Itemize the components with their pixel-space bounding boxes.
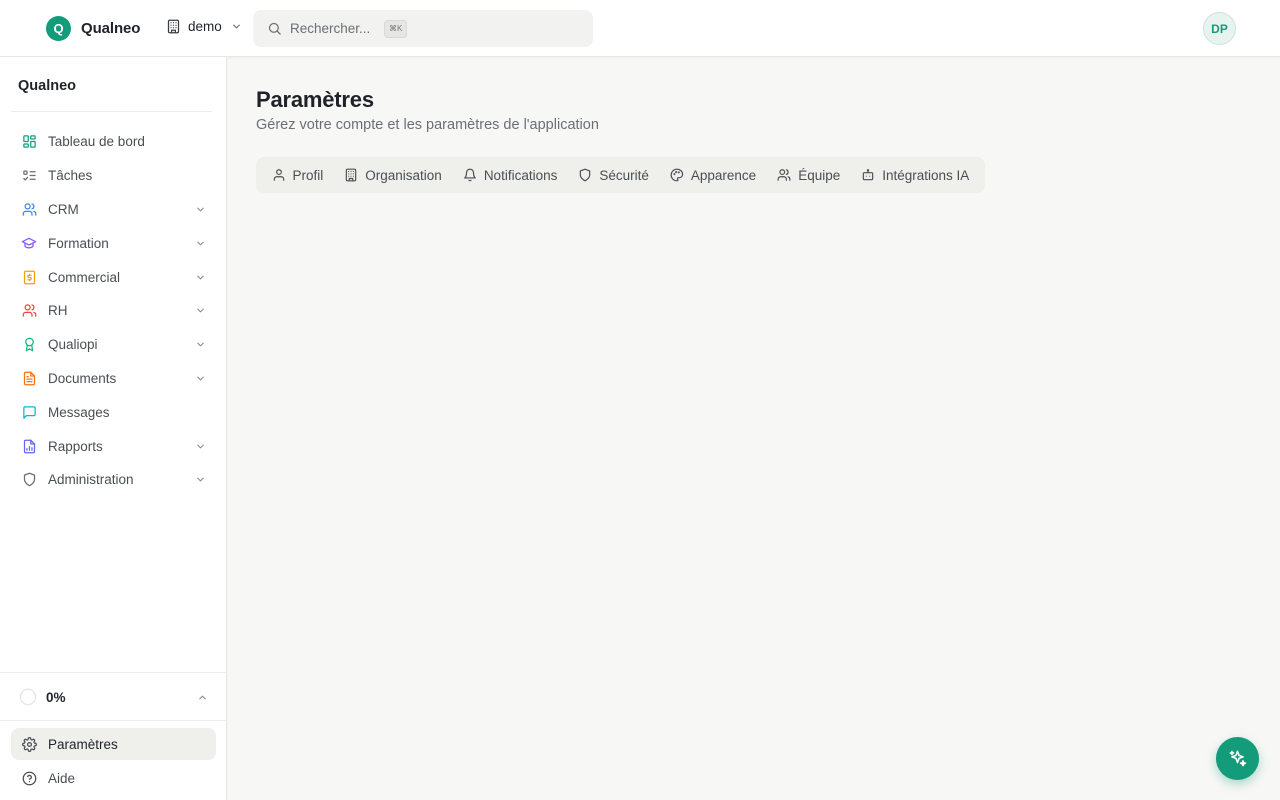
palette-icon bbox=[670, 168, 684, 182]
sparkles-icon bbox=[1228, 749, 1247, 768]
sidebar: Qualneo Tableau de bord Tâches CRM Forma… bbox=[0, 57, 227, 800]
user-icon bbox=[272, 168, 286, 182]
chevron-down-icon bbox=[194, 305, 206, 317]
tab-label: Sécurité bbox=[599, 167, 649, 183]
tab-securite[interactable]: Sécurité bbox=[568, 161, 660, 189]
tab-notifications[interactable]: Notifications bbox=[452, 161, 568, 189]
chevron-down-icon bbox=[194, 440, 206, 452]
avatar[interactable]: DP bbox=[1203, 12, 1236, 45]
chevron-up-icon bbox=[197, 692, 208, 703]
chevron-down-icon bbox=[194, 474, 206, 486]
report-chart-icon bbox=[21, 438, 37, 454]
search-shortcut-badge: ⌘K bbox=[384, 19, 408, 38]
sidebar-item-label: Formation bbox=[48, 235, 109, 251]
users-icon bbox=[777, 168, 791, 182]
sidebar-item-rh[interactable]: RH bbox=[11, 294, 216, 328]
tab-integrations-ia[interactable]: Intégrations IA bbox=[851, 161, 980, 189]
sidebar-item-label: Tâches bbox=[48, 168, 93, 184]
divider bbox=[0, 672, 226, 673]
onboarding-progress[interactable]: 0% bbox=[11, 681, 216, 713]
building-icon bbox=[344, 168, 358, 182]
chevron-down-icon bbox=[194, 271, 206, 283]
ai-assistant-button[interactable] bbox=[1216, 737, 1259, 780]
tab-label: Équipe bbox=[798, 167, 841, 183]
divider bbox=[11, 111, 212, 112]
brand[interactable]: Q Qualneo bbox=[46, 16, 140, 41]
graduation-cap-icon bbox=[21, 235, 37, 251]
divider bbox=[0, 720, 226, 721]
sidebar-item-label: RH bbox=[48, 303, 68, 319]
help-circle-icon bbox=[21, 770, 37, 786]
tab-label: Profil bbox=[292, 167, 324, 183]
page-title: Paramètres bbox=[256, 87, 374, 112]
message-square-icon bbox=[21, 404, 37, 420]
sidebar-item-tableau-de-bord[interactable]: Tableau de bord bbox=[11, 125, 216, 159]
tab-organisation[interactable]: Organisation bbox=[334, 161, 453, 189]
sidebar-nav: Tableau de bord Tâches CRM Formation Com… bbox=[11, 125, 216, 497]
sidebar-item-formation[interactable]: Formation bbox=[11, 226, 216, 260]
sidebar-item-label: Paramètres bbox=[48, 736, 118, 752]
chevron-down-icon bbox=[194, 203, 206, 215]
chevron-down-icon bbox=[194, 372, 206, 384]
brand-logo: Q bbox=[46, 16, 71, 41]
sidebar-item-label: Commercial bbox=[48, 269, 121, 285]
tasks-list-icon bbox=[21, 168, 37, 184]
tab-label: Intégrations IA bbox=[882, 167, 970, 183]
bot-icon bbox=[861, 168, 875, 182]
sidebar-item-aide[interactable]: Aide bbox=[11, 762, 216, 794]
tab-label: Organisation bbox=[365, 167, 442, 183]
search-bar[interactable]: ⌘K bbox=[253, 10, 593, 47]
search-icon bbox=[267, 21, 282, 36]
sidebar-item-messages[interactable]: Messages bbox=[11, 395, 216, 429]
tab-label: Notifications bbox=[483, 167, 558, 183]
search-input[interactable] bbox=[290, 21, 376, 36]
file-text-icon bbox=[21, 370, 37, 386]
tab-equipe[interactable]: Équipe bbox=[767, 161, 851, 189]
sidebar-item-label: Aide bbox=[48, 770, 76, 786]
sidebar-title: Qualneo bbox=[18, 78, 77, 94]
sidebar-item-parametres[interactable]: Paramètres bbox=[11, 728, 216, 760]
gear-icon bbox=[21, 736, 37, 752]
settings-tabs: Profil Organisation Notifications Sécuri… bbox=[256, 157, 985, 193]
sidebar-item-label: Rapports bbox=[48, 438, 103, 454]
bell-icon bbox=[463, 168, 477, 182]
sidebar-item-label: Tableau de bord bbox=[48, 134, 145, 150]
progress-label: 0% bbox=[46, 689, 66, 705]
dollar-document-icon bbox=[21, 269, 37, 285]
workspace-label: demo bbox=[188, 19, 222, 34]
tab-profil[interactable]: Profil bbox=[261, 161, 334, 189]
progress-ring bbox=[19, 688, 37, 706]
sidebar-item-label: Administration bbox=[48, 472, 134, 488]
building-icon bbox=[166, 19, 181, 34]
chevron-down-icon bbox=[231, 21, 242, 32]
users-icon bbox=[21, 201, 37, 217]
top-bar: Q Qualneo demo ⌘K DP bbox=[0, 0, 1280, 57]
sidebar-item-rapports[interactable]: Rapports bbox=[11, 429, 216, 463]
sidebar-item-label: CRM bbox=[48, 201, 79, 217]
sidebar-item-administration[interactable]: Administration bbox=[11, 463, 216, 497]
sidebar-item-label: Documents bbox=[48, 370, 117, 386]
shield-icon bbox=[578, 168, 592, 182]
sidebar-item-label: Messages bbox=[48, 404, 110, 420]
sidebar-item-crm[interactable]: CRM bbox=[11, 193, 216, 227]
shield-icon bbox=[21, 472, 37, 488]
sidebar-item-qualiopi[interactable]: Qualiopi bbox=[11, 328, 216, 362]
sidebar-bottom-nav: Paramètres Aide bbox=[11, 728, 216, 796]
people-icon bbox=[21, 303, 37, 319]
award-icon bbox=[21, 337, 37, 353]
chevron-down-icon bbox=[194, 339, 206, 351]
sidebar-item-label: Qualiopi bbox=[48, 337, 98, 353]
sidebar-item-documents[interactable]: Documents bbox=[11, 362, 216, 396]
page-subtitle: Gérez votre compte et les paramètres de … bbox=[256, 117, 599, 133]
tab-apparence[interactable]: Apparence bbox=[659, 161, 766, 189]
workspace-switcher[interactable]: demo bbox=[166, 19, 242, 34]
sidebar-item-taches[interactable]: Tâches bbox=[11, 159, 216, 193]
sidebar-item-commercial[interactable]: Commercial bbox=[11, 260, 216, 294]
chevron-down-icon bbox=[194, 237, 206, 249]
brand-name: Qualneo bbox=[81, 20, 141, 37]
tab-label: Apparence bbox=[690, 167, 757, 183]
dashboard-icon bbox=[21, 134, 37, 150]
